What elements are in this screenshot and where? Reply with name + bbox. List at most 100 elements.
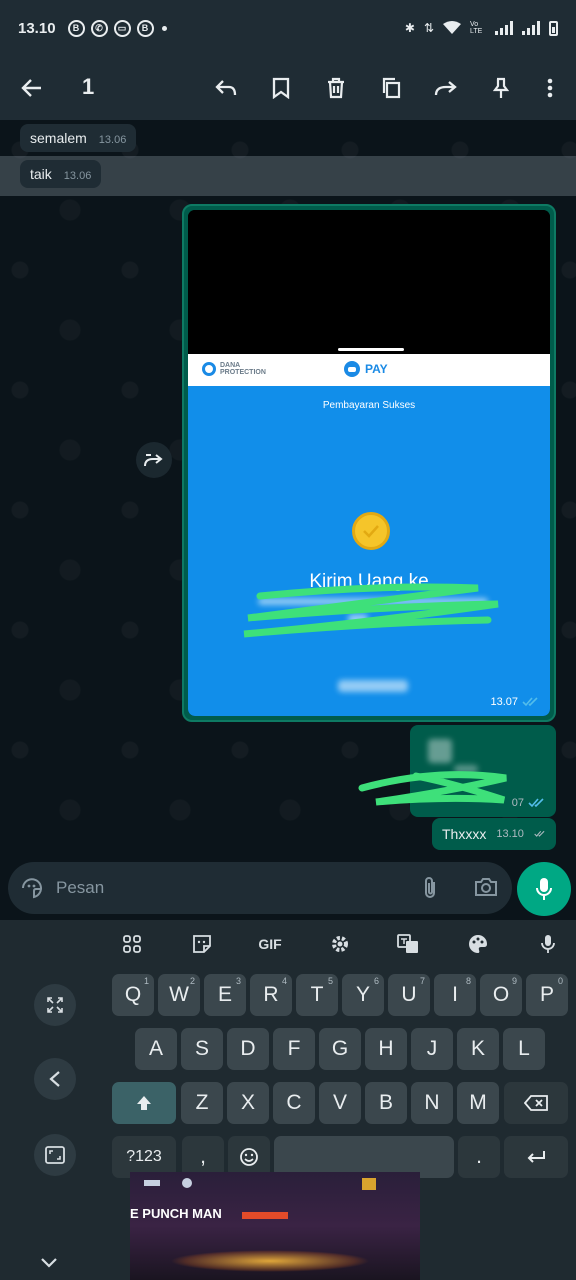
key-hint: 1 [143, 976, 149, 986]
system-icons: ✱ ⇅ Vo LTE [405, 20, 558, 36]
double-check-icon [528, 798, 544, 808]
reply-icon[interactable] [208, 70, 244, 106]
settings-icon[interactable] [324, 930, 356, 958]
redaction-scribble [358, 771, 507, 806]
message-text: taik [30, 166, 52, 182]
key-hint: 8 [465, 976, 471, 986]
key-hint: 9 [511, 976, 517, 986]
key-e[interactable]: E3 [204, 974, 246, 1016]
keyboard-toolbar: GIF [0, 920, 576, 968]
mic-icon [536, 878, 552, 900]
key-j[interactable]: J [411, 1028, 453, 1070]
signal-icon [495, 21, 513, 35]
attach-icon[interactable] [422, 876, 438, 905]
camera-icon[interactable] [474, 876, 498, 903]
message-text: semalem [30, 130, 87, 146]
key-u[interactable]: U7 [388, 974, 430, 1016]
notification-icons: B ✆ ▭ B [67, 19, 154, 37]
key-i[interactable]: I8 [434, 974, 476, 1016]
voice-record-button[interactable] [517, 862, 571, 916]
key-b[interactable]: B [365, 1082, 407, 1124]
message-time: 13.07 [490, 696, 518, 708]
payment-status: Pembayaran Sukses [322, 400, 416, 411]
resize-keyboard-icon[interactable] [34, 1134, 76, 1176]
forward-icon[interactable] [428, 70, 464, 106]
message-time: 13.06 [98, 134, 127, 146]
key-z[interactable]: Z [181, 1082, 223, 1124]
outgoing-message[interactable]: Thxxxx 13.10 [432, 818, 556, 850]
key-g[interactable]: G [319, 1028, 361, 1070]
chat-area[interactable]: semalem 13.06 taik 13.06 DANA PROTECTION… [0, 120, 576, 860]
mic-icon[interactable] [532, 930, 564, 958]
selection-action-bar: 1 [0, 56, 576, 120]
key-h[interactable]: H [365, 1028, 407, 1070]
apps-icon[interactable] [116, 930, 148, 958]
key-w[interactable]: W2 [158, 974, 200, 1016]
more-notifications-dot [161, 25, 167, 31]
key-hint: 5 [327, 976, 333, 986]
key-v[interactable]: V [319, 1082, 361, 1124]
key-s[interactable]: S [181, 1028, 223, 1070]
key-y[interactable]: Y6 [342, 974, 384, 1016]
message-input[interactable] [56, 876, 396, 900]
key-a[interactable]: A [135, 1028, 177, 1070]
wifi-icon [443, 21, 461, 34]
pin-icon[interactable] [483, 70, 519, 106]
translate-icon[interactable] [392, 930, 424, 958]
key-hint: 3 [235, 976, 241, 986]
key-o[interactable]: O9 [480, 974, 522, 1016]
key-hint: 6 [373, 976, 379, 986]
key-d[interactable]: D [227, 1028, 269, 1070]
key-hint: 0 [557, 976, 563, 986]
payment-header: DANA PROTECTION PAY [188, 354, 550, 386]
dana-protection-logo: DANA PROTECTION [202, 362, 266, 376]
key-t[interactable]: T5 [296, 974, 338, 1016]
pay-logo: PAY [344, 361, 388, 377]
copy-icon[interactable] [373, 70, 409, 106]
status-bar: 13.10 B ✆ ▭ B ✱ ⇅ Vo LTE [0, 0, 576, 56]
incoming-message[interactable]: taik 13.06 [20, 160, 102, 188]
b-icon: B [67, 19, 85, 37]
enter-key[interactable] [504, 1136, 568, 1178]
key-q[interactable]: Q1 [112, 974, 154, 1016]
message-input-box[interactable] [8, 862, 512, 914]
key-l[interactable]: L [503, 1028, 545, 1070]
more-icon[interactable] [532, 70, 568, 106]
star-icon[interactable] [263, 70, 299, 106]
double-check-icon [534, 830, 545, 837]
key-n[interactable]: N [411, 1082, 453, 1124]
shift-key[interactable] [112, 1082, 176, 1124]
key-hint: 2 [189, 976, 195, 986]
image-message[interactable]: DANA PROTECTION PAY Pembayaran Sukses Ki… [182, 204, 556, 722]
status-time: 13.10 [18, 19, 56, 37]
key-c[interactable]: C [273, 1082, 315, 1124]
delete-icon[interactable] [318, 70, 354, 106]
success-check-icon [352, 512, 390, 550]
message-text: Thxxxx [442, 826, 487, 842]
key-hint: 4 [281, 976, 287, 986]
key-x[interactable]: X [227, 1082, 269, 1124]
signal-icon [522, 21, 540, 35]
backspace-key[interactable] [504, 1082, 568, 1124]
key-r[interactable]: R4 [250, 974, 292, 1016]
back-arrow-icon[interactable] [14, 70, 50, 106]
floating-game-overlay[interactable]: E PUNCH MAN [130, 1172, 420, 1280]
palette-icon[interactable] [462, 930, 494, 958]
incoming-message[interactable]: semalem 13.06 [20, 124, 137, 152]
payment-screenshot-image[interactable]: DANA PROTECTION PAY Pembayaran Sukses Ki… [188, 210, 550, 716]
key-m[interactable]: M [457, 1082, 499, 1124]
message-icon: ▭ [113, 19, 131, 37]
period-key[interactable]: . [458, 1136, 500, 1178]
gif-button[interactable]: GIF [254, 930, 286, 958]
sticker-icon[interactable] [20, 876, 44, 905]
message-time: 13.06 [63, 170, 92, 182]
hide-keyboard-icon[interactable] [40, 1256, 58, 1274]
expand-keyboard-icon[interactable] [34, 984, 76, 1026]
battery-icon [549, 20, 558, 36]
key-p[interactable]: P0 [526, 974, 568, 1016]
collapse-left-icon[interactable] [34, 1058, 76, 1100]
key-k[interactable]: K [457, 1028, 499, 1070]
key-f[interactable]: F [273, 1028, 315, 1070]
sticker-icon[interactable] [186, 930, 218, 958]
forward-shortcut-icon[interactable] [136, 442, 172, 478]
